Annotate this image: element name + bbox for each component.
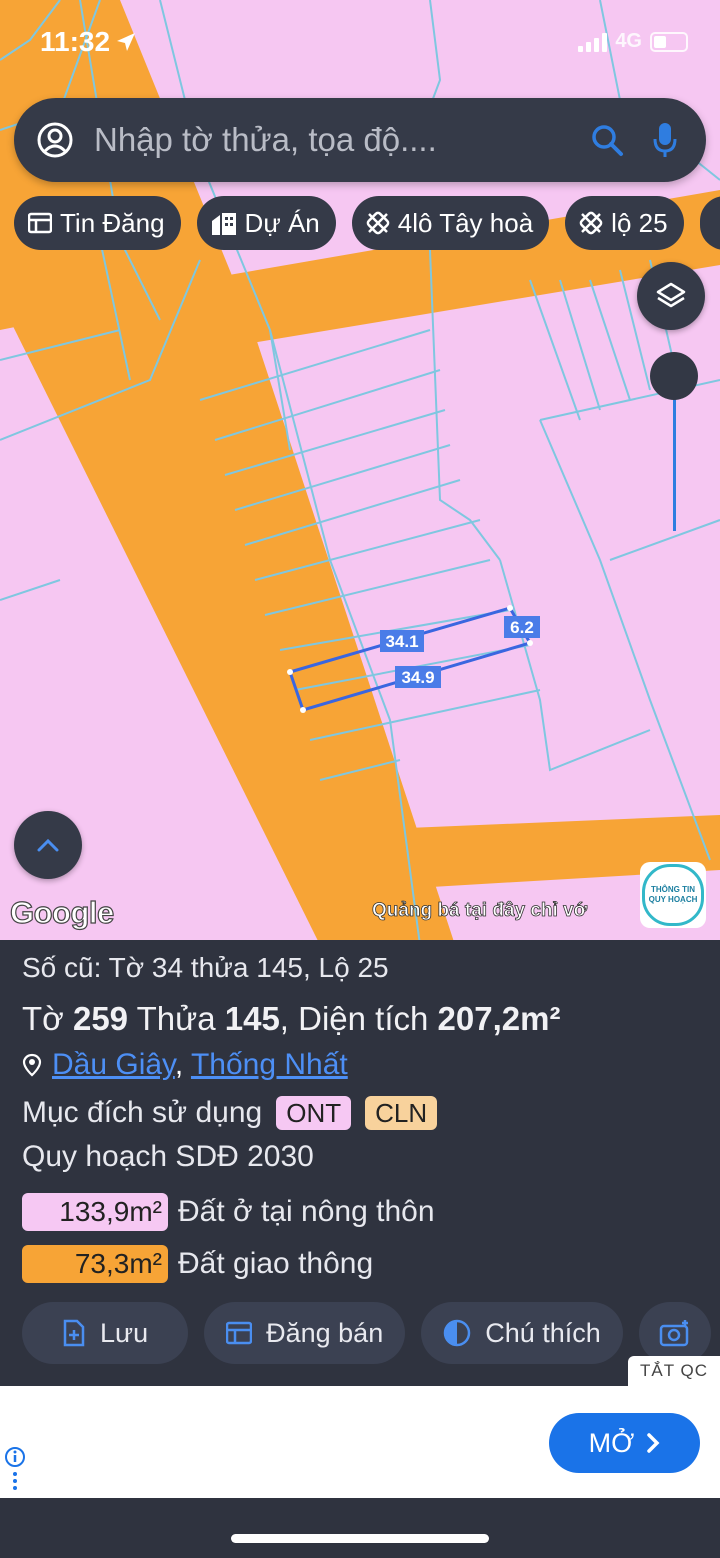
plot-number: 145 — [224, 1000, 280, 1037]
legend-button[interactable]: Chú thích — [421, 1302, 623, 1364]
parcel-icon — [366, 211, 390, 235]
ad-open-button[interactable]: MỞ — [549, 1413, 700, 1473]
chip-label: Tin Đăng — [60, 207, 165, 238]
summary-text: , Diện tích — [279, 1000, 438, 1037]
ad-info-icon[interactable] — [4, 1446, 26, 1495]
summary-text: Tờ — [22, 1000, 73, 1037]
land-use-tag: ONT — [276, 1096, 352, 1130]
listing-icon — [28, 212, 52, 234]
chip-du-an[interactable]: Dự Án — [196, 196, 336, 250]
post-icon — [226, 1321, 253, 1345]
commune-link[interactable]: Thống Nhất — [191, 1048, 348, 1081]
bottom-safe-area — [0, 1498, 720, 1558]
parcel-summary: Tờ 259 Thửa 145, Diện tích 207,2m² — [22, 1000, 560, 1038]
edge-length-label: 34.1 — [385, 632, 418, 651]
clock: 11:32 — [40, 26, 111, 57]
search-icon[interactable] — [590, 123, 624, 157]
plan-area-row: 133,9m² Đất ở tại nông thôn — [22, 1193, 435, 1231]
separator: , — [174, 1048, 184, 1081]
save-icon — [62, 1319, 86, 1347]
signal-icon — [578, 32, 608, 52]
button-label: Lưu — [100, 1317, 149, 1348]
brand-text: THÔNG TIN — [651, 885, 695, 894]
screenshot-button[interactable] — [638, 1302, 711, 1364]
action-bar: Lưu Đăng bán Chú thích — [22, 1302, 711, 1364]
network-type: 4G — [615, 30, 642, 52]
button-label: Đăng bán — [266, 1317, 384, 1348]
opacity-slider-handle[interactable] — [650, 352, 698, 400]
plan-area-row: 73,3m² Đất giao thông — [22, 1245, 373, 1283]
promo-banner-text[interactable]: Quảng bá tại đây chỉ vớ — [372, 900, 642, 922]
close-ad-button[interactable]: TẮT QC — [628, 1356, 720, 1386]
status-bar: 11:32 4G — [0, 0, 720, 88]
summary-text: Thửa — [128, 1000, 225, 1037]
edge-length-label: 34.9 — [401, 668, 434, 687]
chip-label: 4lô Tây hoà — [397, 207, 534, 238]
google-logo: Google — [9, 894, 114, 930]
chevron-up-icon — [37, 838, 59, 852]
chip-label: Dự Án — [244, 207, 320, 238]
button-label: Chú thích — [485, 1317, 601, 1348]
land-use-label: Mục đích sử dụng — [22, 1096, 263, 1129]
account-icon[interactable] — [36, 121, 74, 159]
sheet-number: 259 — [72, 1000, 129, 1037]
parcel-info-sheet: Số cũ: Tờ 34 thửa 145, Lộ 25 Tờ 259 Thửa… — [0, 940, 720, 1386]
plan-title: Quy hoạch SDĐ 2030 — [22, 1140, 314, 1173]
search-bar[interactable]: Nhập tờ thửa, tọa độ.... — [14, 98, 706, 182]
chip-more[interactable] — [699, 196, 720, 250]
area-value: 73,3m² — [22, 1245, 168, 1283]
chip-saved-parcel[interactable]: lộ 25 — [565, 196, 684, 250]
brand-text: QUY HOẠCH — [648, 895, 698, 904]
button-label: MỞ — [588, 1427, 635, 1458]
buildings-icon — [211, 211, 237, 235]
battery-icon — [650, 31, 688, 52]
area-label: Đất giao thông — [178, 1247, 374, 1280]
legend-icon — [443, 1319, 471, 1347]
parcel-icon — [579, 211, 603, 235]
layers-button[interactable] — [637, 262, 705, 330]
old-parcel-info: Số cũ: Tờ 34 thửa 145, Lộ 25 — [22, 952, 389, 983]
chip-tin-dang[interactable]: Tin Đăng — [14, 196, 181, 250]
district-link[interactable]: Dầu Giây — [52, 1048, 175, 1081]
area-label: Đất ở tại nông thôn — [178, 1195, 435, 1228]
location-arrow-icon — [116, 32, 136, 57]
chip-saved-parcel[interactable]: 4lô Tây hoà — [351, 196, 550, 250]
land-use-row: Mục đích sử dụng ONT CLN — [22, 1096, 438, 1130]
filter-chips: Tin Đăng Dự Án 4lô Tây hoà lộ 25 — [14, 196, 720, 250]
search-input[interactable]: Nhập tờ thửa, tọa độ.... — [94, 121, 590, 159]
expand-panel-button[interactable] — [14, 811, 82, 879]
chip-label: lộ 25 — [611, 207, 668, 238]
brand-logo[interactable]: THÔNG TIN QUY HOẠCH — [640, 862, 706, 928]
camera-icon — [659, 1319, 691, 1347]
save-button[interactable]: Lưu — [22, 1302, 189, 1364]
layers-icon — [656, 281, 686, 311]
post-for-sale-button[interactable]: Đăng bán — [204, 1302, 406, 1364]
location-pin-icon — [22, 1053, 42, 1077]
microphone-icon[interactable] — [652, 121, 678, 159]
chevron-right-icon — [646, 1432, 660, 1454]
edge-length-label: 6.2 — [510, 618, 534, 637]
location-row: Dầu Giây, Thống Nhất — [22, 1048, 348, 1082]
land-use-tag: CLN — [365, 1096, 438, 1130]
plot-area: 207,2m² — [437, 1000, 561, 1037]
area-value: 133,9m² — [22, 1193, 168, 1231]
home-indicator[interactable] — [231, 1534, 489, 1543]
